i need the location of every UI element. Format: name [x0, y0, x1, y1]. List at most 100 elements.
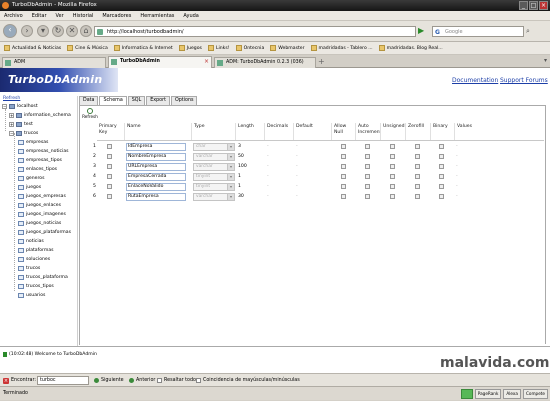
column-name-input[interactable]: IdEmpresa: [126, 143, 186, 151]
option-checkbox[interactable]: [415, 154, 420, 159]
reload-button[interactable]: ↻: [52, 25, 64, 37]
option-checkbox[interactable]: [439, 144, 444, 149]
new-tab-button[interactable]: +: [318, 57, 328, 67]
option-checkbox[interactable]: [390, 164, 395, 169]
values-value[interactable]: -: [456, 142, 458, 152]
option-checkbox[interactable]: [341, 144, 346, 149]
option-checkbox[interactable]: [365, 194, 370, 199]
option-checkbox[interactable]: [415, 174, 420, 179]
option-checkbox[interactable]: [390, 144, 395, 149]
menu-ayuda[interactable]: Ayuda: [183, 11, 198, 20]
length-value[interactable]: 50: [238, 152, 244, 162]
default-value[interactable]: -: [296, 152, 298, 162]
tree-node-table[interactable]: enlaces_tipos: [18, 165, 57, 174]
browser-tab-turbodbadmin[interactable]: TurboDbAdmin ×: [108, 56, 212, 68]
decimals-value[interactable]: -: [267, 182, 269, 192]
length-value[interactable]: 1: [238, 182, 241, 192]
option-checkbox[interactable]: [365, 174, 370, 179]
alexa-button[interactable]: Alexa: [503, 389, 521, 399]
column-name-input[interactable]: RutaEmpresa: [126, 193, 186, 201]
browser-tab-adm-turbodbadmin[interactable]: ADM: TurboDbAdmin 0.2.3 (036): [214, 57, 316, 68]
decimals-value[interactable]: -: [267, 152, 269, 162]
list-all-tabs-icon[interactable]: ▾: [544, 57, 547, 64]
option-checkbox[interactable]: [365, 154, 370, 159]
option-checkbox[interactable]: [390, 194, 395, 199]
compete-button[interactable]: Compete: [522, 389, 548, 399]
option-checkbox[interactable]: [415, 194, 420, 199]
tab-data[interactable]: Data: [79, 96, 99, 105]
option-checkbox[interactable]: [341, 194, 346, 199]
values-value[interactable]: -: [456, 172, 458, 182]
close-window-button[interactable]: ×: [539, 1, 548, 10]
bookmark-item[interactable]: Juegos: [178, 42, 202, 54]
forward-button[interactable]: ›: [21, 25, 33, 37]
tree-node-table[interactable]: juegos_plataformas: [18, 228, 71, 237]
type-select[interactable]: char ▾: [193, 143, 235, 151]
tree-node-table[interactable]: trucos_plataforma: [18, 273, 68, 282]
decimals-value[interactable]: -: [267, 192, 269, 202]
bookmark-item[interactable]: Informatica & Internet: [113, 42, 173, 54]
browser-tab-adm[interactable]: ADM: [2, 57, 106, 68]
type-select[interactable]: tinyint ▾: [193, 183, 235, 191]
tree-node-table[interactable]: usuarios: [18, 291, 45, 300]
option-checkbox[interactable]: [341, 174, 346, 179]
tree-node-database[interactable]: + information_schema: [9, 111, 71, 120]
values-value[interactable]: -: [456, 152, 458, 162]
tree-node-server[interactable]: − localhost: [2, 102, 38, 111]
search-input[interactable]: G Google: [432, 26, 524, 37]
bookmark-item[interactable]: Ontecnia: [235, 42, 264, 54]
option-checkbox[interactable]: [390, 184, 395, 189]
tree-node-table[interactable]: juegos: [18, 183, 41, 192]
close-tab-icon[interactable]: ×: [204, 57, 209, 67]
decimals-value[interactable]: -: [267, 142, 269, 152]
type-select[interactable]: varchar ▾: [193, 193, 235, 201]
decimals-value[interactable]: -: [267, 172, 269, 182]
option-checkbox[interactable]: [341, 164, 346, 169]
decimals-value[interactable]: -: [267, 162, 269, 172]
tree-node-table[interactable]: trucos_tipos: [18, 282, 54, 291]
tree-node-table[interactable]: juegos_imagenes: [18, 210, 66, 219]
option-checkbox[interactable]: [341, 154, 346, 159]
home-button[interactable]: ⌂: [80, 25, 92, 37]
option-checkbox[interactable]: [439, 164, 444, 169]
type-select[interactable]: tinyint ▾: [193, 173, 235, 181]
length-value[interactable]: 1: [238, 172, 241, 182]
primary-key-checkbox[interactable]: [107, 144, 112, 149]
go-arrow-icon[interactable]: ▶: [418, 26, 428, 37]
back-button[interactable]: ‹: [3, 24, 17, 38]
primary-key-checkbox[interactable]: [107, 194, 112, 199]
bookmark-item[interactable]: Webmaster: [270, 42, 305, 54]
tree-node-table[interactable]: juegos_enlaces: [18, 201, 61, 210]
menu-historial[interactable]: Historial: [73, 11, 94, 20]
menu-archivo[interactable]: Archivo: [4, 11, 23, 20]
option-checkbox[interactable]: [439, 184, 444, 189]
tab-export[interactable]: Export: [146, 96, 170, 105]
minimize-button[interactable]: _: [519, 1, 528, 10]
tree-node-table[interactable]: noticias: [18, 237, 44, 246]
default-value[interactable]: -: [296, 142, 298, 152]
documentation-link[interactable]: Documentation: [452, 77, 498, 84]
tree-node-table[interactable]: empresas_tipos: [18, 156, 62, 165]
primary-key-checkbox[interactable]: [107, 184, 112, 189]
primary-key-checkbox[interactable]: [107, 174, 112, 179]
option-checkbox[interactable]: [415, 144, 420, 149]
option-checkbox[interactable]: [365, 184, 370, 189]
schema-refresh-button[interactable]: Refresh: [82, 108, 98, 121]
url-input[interactable]: http://localhost/turbodbadmin/: [94, 26, 416, 37]
find-input[interactable]: turboc: [37, 376, 89, 385]
tree-node-table[interactable]: plataformas: [18, 246, 54, 255]
bookmark-item[interactable]: Links!: [207, 42, 230, 54]
stop-button[interactable]: ✕: [66, 25, 78, 37]
tree-node-table[interactable]: juegos_empresas: [18, 192, 66, 201]
tree-node-database[interactable]: + test: [9, 120, 33, 129]
option-checkbox[interactable]: [415, 164, 420, 169]
tree-node-table[interactable]: juegos_noticias: [18, 219, 61, 228]
default-value[interactable]: -: [296, 182, 298, 192]
option-checkbox[interactable]: [390, 154, 395, 159]
support-forums-link[interactable]: Support Forums: [500, 77, 548, 84]
menu-ver[interactable]: Ver: [56, 11, 64, 20]
bookmark-item[interactable]: madridadas. Blog Real...: [378, 42, 443, 54]
option-checkbox[interactable]: [415, 184, 420, 189]
menu-editar[interactable]: Editar: [32, 11, 47, 20]
tree-node-table[interactable]: soluciones: [18, 255, 50, 264]
